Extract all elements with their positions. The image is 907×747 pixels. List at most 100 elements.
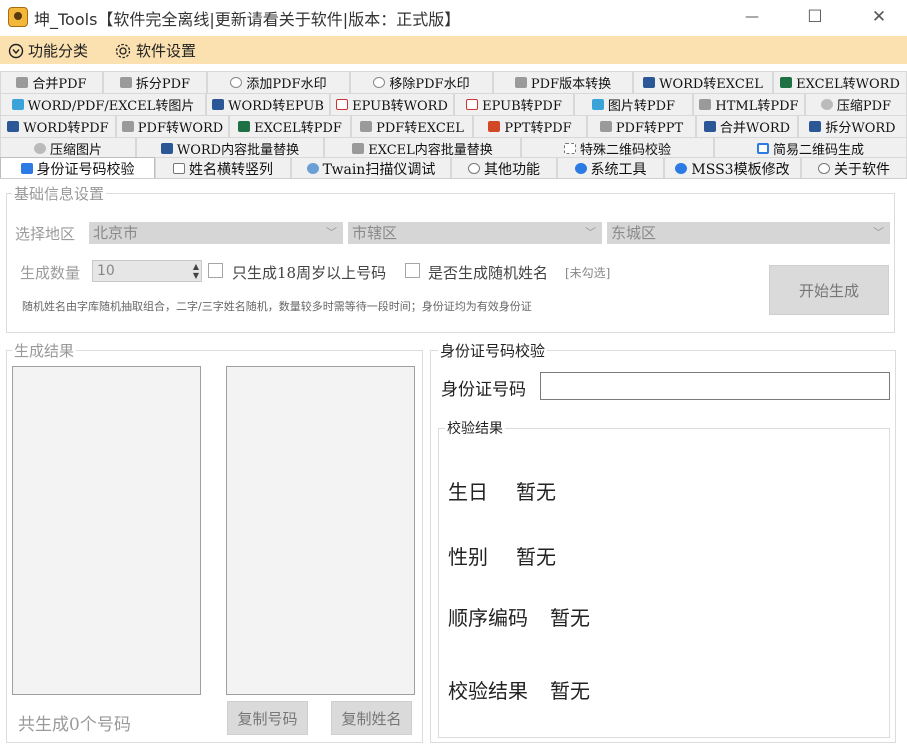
random-name-label: 是否生成随机姓名	[428, 264, 549, 282]
district-select[interactable]: 东城区 ﹀	[607, 222, 890, 244]
id-number-input[interactable]	[540, 372, 890, 400]
tab-word-to-epub[interactable]: WORD转EPUB	[206, 93, 330, 115]
region-label: 选择地区	[15, 225, 76, 243]
info-icon	[818, 163, 830, 174]
tab-ppt-to-pdf[interactable]: PPT转PDF	[473, 115, 587, 137]
gender-value: 暂无	[516, 545, 556, 569]
tab-simple-qrcode-generate[interactable]: 简易二维码生成	[714, 137, 907, 159]
id-number-list[interactable]	[12, 366, 201, 695]
menu-function-category-label: 功能分类	[28, 42, 89, 60]
menu-software-settings-label: 软件设置	[136, 42, 197, 60]
epub-icon	[336, 99, 349, 110]
tab-epub-to-pdf[interactable]: EPUB转PDF	[454, 93, 574, 115]
stepper-down-icon[interactable]: ▼	[193, 272, 199, 280]
birthday-value: 暂无	[516, 480, 556, 504]
pdf-icon	[16, 77, 29, 88]
city-select[interactable]: 市辖区 ﹀	[348, 222, 602, 244]
random-name-checkbox[interactable]	[405, 263, 420, 278]
chevron-down-icon: ﹀	[585, 226, 596, 239]
tab-compress-image[interactable]: 压缩图片	[0, 137, 136, 159]
tab-split-word[interactable]: 拆分WORD	[798, 115, 907, 137]
ppt-icon	[488, 121, 501, 132]
tab-office-to-image[interactable]: WORD/PDF/EXCEL转图片	[0, 93, 206, 115]
more-icon	[468, 163, 480, 174]
pdf-icon	[599, 121, 612, 132]
close-button[interactable]: ✕	[856, 0, 902, 34]
sequence-value: 暂无	[550, 606, 590, 630]
only-18-checkbox[interactable]	[208, 263, 223, 278]
tab-pdf-version-convert[interactable]: PDF版本转换	[493, 71, 633, 93]
pdf-icon	[119, 77, 132, 88]
results-title: 生成结果	[12, 340, 77, 361]
tab-remove-pdf-watermark[interactable]: 移除PDF水印	[350, 71, 493, 93]
qrcode-scan-icon	[563, 143, 576, 154]
basic-info-title: 基础信息设置	[12, 183, 107, 204]
convert-icon	[173, 163, 185, 174]
maximize-button[interactable]: ☐	[792, 0, 838, 34]
tab-mss3-template-edit[interactable]: MSS3模板修改	[664, 157, 801, 179]
title-bar[interactable]: 坤_Tools【软件完全离线|更新请看关于软件|版本：正式版】 — ☐ ✕	[0, 0, 907, 36]
count-stepper[interactable]: 10 ▲ ▼	[92, 260, 202, 282]
tab-row-2: WORD/PDF/EXCEL转图片 WORD转EPUB EPUB转WORD EP…	[0, 93, 907, 115]
tab-pdf-to-word[interactable]: PDF转WORD	[116, 115, 229, 137]
tab-compress-pdf[interactable]: 压缩PDF	[805, 93, 907, 115]
word-icon	[160, 143, 173, 154]
copy-numbers-button[interactable]: 复制号码	[227, 701, 308, 735]
excel-icon	[352, 143, 365, 154]
word-icon	[7, 121, 20, 132]
tab-merge-pdf[interactable]: 合并PDF	[0, 71, 103, 93]
tab-word-to-excel[interactable]: WORD转EXCEL	[633, 71, 773, 93]
tab-html-to-pdf[interactable]: HTML转PDF	[693, 93, 805, 115]
name-list[interactable]	[226, 366, 415, 695]
window-title: 坤_Tools【软件完全离线|更新请看关于软件|版本：正式版】	[34, 10, 461, 29]
chevron-down-icon: ﹀	[326, 226, 337, 239]
tab-epub-to-word[interactable]: EPUB转WORD	[330, 93, 454, 115]
pdf-icon	[121, 121, 134, 132]
menu-function-category[interactable]: 功能分类	[8, 40, 88, 61]
random-name-hint: [未勾选]	[565, 266, 611, 280]
gear-icon	[115, 43, 131, 58]
word-icon	[809, 121, 822, 132]
tab-word-to-pdf[interactable]: WORD转PDF	[0, 115, 116, 137]
image-icon	[591, 99, 604, 110]
id-card-icon	[20, 163, 33, 174]
tab-special-qrcode-verify[interactable]: 特殊二维码校验	[521, 137, 714, 159]
tab-id-card-verify[interactable]: 身份证号码校验	[0, 157, 155, 179]
tab-split-pdf[interactable]: 拆分PDF	[103, 71, 207, 93]
tab-row-3: WORD转PDF PDF转WORD EXCEL转PDF PDF转EXCEL PP…	[0, 115, 907, 137]
tab-about-software[interactable]: 关于软件	[801, 157, 907, 179]
tab-other-functions[interactable]: 其他功能	[451, 157, 557, 179]
tab-word-batch-replace[interactable]: WORD内容批量替换	[136, 137, 324, 159]
tab-add-pdf-watermark[interactable]: 添加PDF水印	[207, 71, 350, 93]
html-icon	[699, 99, 712, 110]
start-generate-button[interactable]: 开始生成	[769, 265, 889, 315]
tab-excel-to-word[interactable]: EXCEL转WORD	[773, 71, 907, 93]
result-value: 暂无	[550, 679, 590, 703]
copy-names-button[interactable]: 复制姓名	[331, 701, 412, 735]
qrcode-icon	[756, 143, 769, 154]
image-icon	[11, 99, 24, 110]
menu-software-settings[interactable]: 软件设置	[114, 40, 196, 61]
watermark-icon	[373, 77, 386, 88]
compress-icon	[820, 99, 833, 110]
stepper-up-icon[interactable]: ▲	[193, 263, 199, 271]
epub-icon	[466, 99, 479, 110]
only-18-label: 只生成18周岁以上号码	[232, 264, 387, 282]
tab-merge-word[interactable]: 合并WORD	[696, 115, 798, 137]
gender-label: 性别	[448, 545, 488, 569]
compress-icon	[33, 143, 46, 154]
tab-pdf-to-excel[interactable]: PDF转EXCEL	[351, 115, 473, 137]
tab-excel-batch-replace[interactable]: EXCEL内容批量替换	[324, 137, 521, 159]
province-select[interactable]: 北京市 ﹀	[89, 222, 343, 244]
gear-icon	[574, 163, 587, 174]
tab-name-horizontal-to-vertical[interactable]: 姓名横转竖列	[155, 157, 291, 179]
tab-twain-scanner-debug[interactable]: Twain扫描仪调试	[291, 157, 451, 179]
minimize-button[interactable]: —	[729, 0, 775, 34]
tab-system-tools[interactable]: 系统工具	[557, 157, 664, 179]
id-number-label: 身份证号码	[441, 380, 526, 400]
tab-excel-to-pdf[interactable]: EXCEL转PDF	[229, 115, 351, 137]
tab-row-4: 压缩图片 WORD内容批量替换 EXCEL内容批量替换 特殊二维码校验 简易二维…	[0, 137, 907, 159]
tab-pdf-to-ppt[interactable]: PDF转PPT	[587, 115, 696, 137]
id-card-verify-page: 基础信息设置 选择地区 北京市 ﹀ 市辖区 ﹀ 东城区 ﹀ 生成数量 10 ▲ ▼ 只…	[0, 178, 907, 747]
tab-image-to-pdf[interactable]: 图片转PDF	[574, 93, 693, 115]
